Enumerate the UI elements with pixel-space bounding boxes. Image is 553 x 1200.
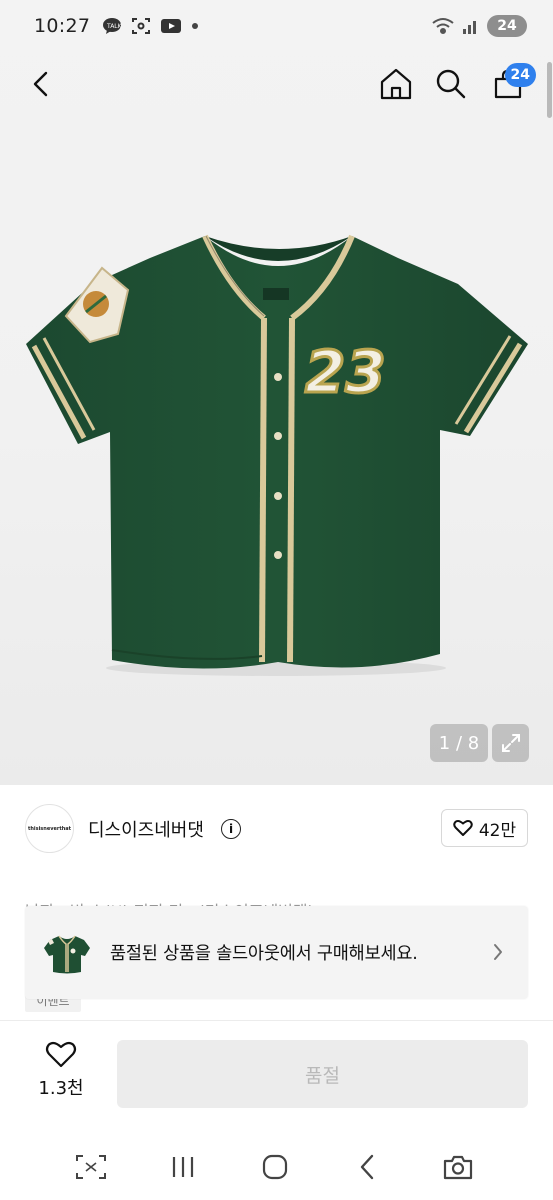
app-header: 24 bbox=[0, 52, 553, 116]
status-bar: 10:27 TALK 24 bbox=[0, 0, 553, 52]
home-circle-icon bbox=[262, 1154, 288, 1180]
brand-row: thisisneverthat 디스이즈네버댓 i 42만 bbox=[0, 786, 553, 870]
jersey-thumbnail-icon bbox=[44, 935, 90, 973]
brand-like-button[interactable]: 42만 bbox=[441, 809, 528, 847]
wishlist-button[interactable]: 1.3천 bbox=[30, 1040, 92, 1112]
recents-button[interactable] bbox=[161, 1147, 205, 1187]
jersey-number: 23 bbox=[305, 338, 386, 406]
expand-image-button[interactable] bbox=[492, 724, 529, 762]
camera-button[interactable] bbox=[436, 1147, 480, 1187]
home-nav-button[interactable] bbox=[253, 1147, 297, 1187]
product-image-jersey: 23 bbox=[26, 234, 528, 676]
wishlist-count: 1.3천 bbox=[38, 1078, 84, 1099]
screenshot-icon bbox=[132, 18, 151, 34]
brand-name[interactable]: 디스이즈네버댓 bbox=[88, 816, 204, 842]
camera-icon bbox=[443, 1155, 473, 1180]
soldout-banner[interactable]: 품절된 상품을 솔드아웃에서 구매해보세요. bbox=[25, 906, 528, 999]
soldout-buy-button[interactable]: 품절 bbox=[117, 1040, 528, 1108]
brand-logo-text: thisisneverthat bbox=[27, 825, 72, 832]
recents-icon bbox=[172, 1157, 194, 1177]
brand-like-count: 42만 bbox=[478, 820, 517, 841]
signal-icon bbox=[463, 21, 476, 34]
quick-capture-button[interactable] bbox=[69, 1147, 113, 1187]
quick-capture-icon bbox=[76, 1155, 106, 1179]
back-chevron-icon bbox=[360, 1154, 374, 1180]
home-icon bbox=[380, 68, 412, 100]
status-time: 10:27 bbox=[34, 15, 91, 37]
status-right-icons: 24 bbox=[431, 15, 527, 37]
product-detail-screen: 23 1 / 8 10:27 TALK 24 24 thisisnevertha… bbox=[0, 0, 553, 1200]
status-left-icons: TALK bbox=[102, 17, 199, 35]
dot-icon bbox=[192, 23, 199, 29]
brand-logo[interactable]: thisisneverthat bbox=[25, 804, 74, 853]
cart-count-badge: 24 bbox=[504, 63, 536, 87]
svg-text:TALK: TALK bbox=[106, 23, 122, 30]
youtube-icon bbox=[161, 19, 182, 33]
heart-outline-icon bbox=[45, 1041, 77, 1068]
back-button[interactable] bbox=[20, 62, 64, 106]
action-bar-divider bbox=[0, 1020, 553, 1021]
info-icon[interactable]: i bbox=[221, 819, 241, 839]
info-symbol: i bbox=[228, 822, 234, 836]
product-image-gallery[interactable]: 23 1 / 8 bbox=[0, 0, 553, 785]
back-nav-button[interactable] bbox=[345, 1147, 389, 1187]
heart-icon bbox=[453, 819, 473, 836]
cart-button[interactable]: 24 bbox=[486, 62, 536, 106]
back-arrow-icon bbox=[33, 71, 48, 97]
search-icon bbox=[436, 69, 466, 99]
wifi-icon bbox=[432, 18, 454, 34]
expand-icon bbox=[501, 734, 520, 752]
soldout-banner-text: 품절된 상품을 솔드아웃에서 구매해보세요. bbox=[110, 944, 418, 964]
search-button[interactable] bbox=[429, 62, 473, 106]
home-button[interactable] bbox=[374, 62, 418, 106]
image-counter: 1 / 8 bbox=[430, 724, 488, 762]
chat-bubble-icon: TALK bbox=[103, 18, 122, 34]
battery-indicator: 24 bbox=[487, 15, 527, 37]
chevron-right-icon bbox=[494, 944, 502, 960]
banner-thumbnail bbox=[42, 928, 92, 978]
system-nav-bar bbox=[0, 1135, 553, 1200]
